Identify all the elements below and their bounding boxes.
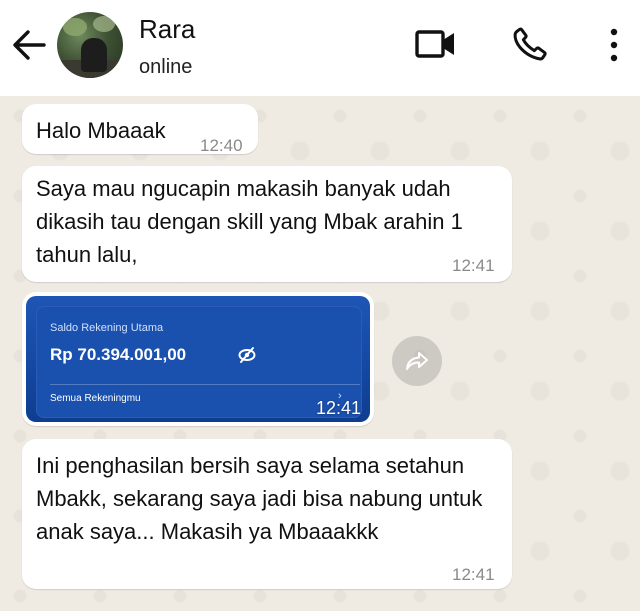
contact-status: online — [139, 56, 193, 78]
chat-area[interactable]: Halo Mbaaak 12:40 Saya mau ngucapin maka… — [0, 96, 640, 611]
contact-name[interactable]: Rara — [139, 14, 195, 45]
message-bubble[interactable]: Saya mau ngucapin makasih banyak udah di… — [22, 166, 512, 282]
message-text: Ini penghasilan bersih saya selama setah… — [36, 453, 483, 544]
message-time: 12:41 — [452, 565, 495, 584]
back-arrow-icon[interactable] — [10, 27, 48, 63]
message-text: Halo Mbaaak — [36, 118, 166, 143]
image-message-bubble[interactable]: Saldo Rekening Utama Rp 70.394.001,00 Se… — [22, 292, 374, 426]
chat-header: Rara online — [0, 0, 640, 96]
message-text: Saya mau ngucapin makasih banyak udah di… — [36, 176, 463, 267]
card-link: Semua Rekeningmu — [50, 393, 141, 404]
video-call-icon[interactable] — [414, 27, 458, 61]
more-vertical-icon[interactable] — [604, 26, 624, 64]
avatar[interactable] — [57, 12, 123, 78]
message-bubble[interactable]: Ini penghasilan bersih saya selama setah… — [22, 439, 512, 589]
card-divider — [50, 384, 360, 385]
message-time: 12:40 — [200, 136, 243, 155]
message-time: 12:41 — [316, 398, 362, 418]
message-time: 12:41 — [452, 256, 495, 275]
card-balance: Rp 70.394.001,00 — [50, 345, 187, 364]
forward-icon — [406, 352, 428, 370]
phone-call-icon[interactable] — [511, 25, 549, 63]
eye-off-icon — [238, 346, 256, 364]
forward-button[interactable] — [392, 336, 442, 386]
message-bubble[interactable]: Halo Mbaaak 12:40 — [22, 104, 258, 155]
card-label: Saldo Rekening Utama — [50, 322, 164, 334]
